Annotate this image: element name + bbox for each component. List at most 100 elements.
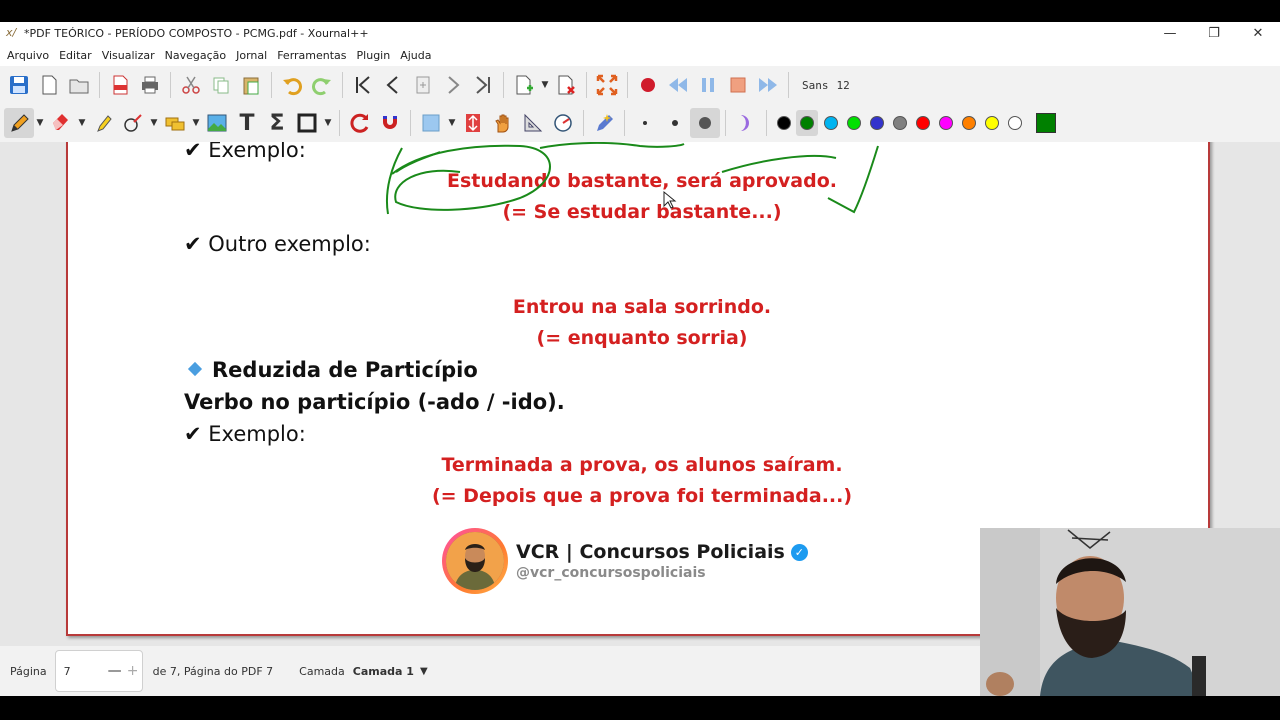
page-increment-button[interactable]: + <box>124 663 142 679</box>
toolbar-separator <box>410 110 411 136</box>
section-heading-text: Reduzida de Particípio <box>212 358 478 382</box>
rewind-icon[interactable] <box>663 70 693 100</box>
open-folder-icon[interactable] <box>64 70 94 100</box>
hand-tool-icon[interactable] <box>488 108 518 138</box>
window-title: *PDF TEÓRICO - PERÍODO COMPOSTO - PCMG.p… <box>24 26 369 40</box>
cut-icon[interactable] <box>176 70 206 100</box>
delete-page-icon[interactable] <box>551 70 581 100</box>
layer-dropdown-icon[interactable]: ▼ <box>420 666 428 677</box>
color-palette <box>772 110 1056 136</box>
color-swatch-2[interactable] <box>823 116 838 130</box>
paste-icon[interactable] <box>236 70 266 100</box>
undo-icon[interactable] <box>277 70 307 100</box>
fill-tool-icon[interactable] <box>416 108 446 138</box>
layer-selector[interactable]: Camada 1 <box>353 665 414 678</box>
fill-dropdown-icon[interactable]: ▼ <box>446 118 458 128</box>
shape-recognizer-icon[interactable] <box>118 108 148 138</box>
top-border <box>0 0 1280 22</box>
color-swatch-4[interactable] <box>869 116 884 130</box>
selected-color-swatch[interactable] <box>796 110 818 136</box>
pen-tool-icon[interactable] <box>4 108 34 138</box>
brand-signature: VCR | Concursos Policiais ✓ @vcr_concurso… <box>442 528 808 594</box>
page-decrement-button[interactable]: — <box>106 663 124 679</box>
menu-editar[interactable]: Editar <box>54 49 97 62</box>
menu-plugin[interactable]: Plugin <box>352 49 396 62</box>
font-size[interactable]: 12 <box>837 79 850 92</box>
previous-page-icon[interactable] <box>378 70 408 100</box>
vertical-space-icon[interactable] <box>458 108 488 138</box>
close-button[interactable]: ✕ <box>1236 22 1280 44</box>
color-swatch-3[interactable] <box>846 116 861 130</box>
default-tool-icon[interactable] <box>589 108 619 138</box>
highlighter-tool-icon[interactable] <box>88 108 118 138</box>
toolbar-separator <box>586 72 587 98</box>
first-page-icon[interactable] <box>348 70 378 100</box>
color-swatch-8[interactable] <box>961 116 976 130</box>
section-heading: Reduzida de Particípio <box>187 358 478 382</box>
rectangle-tool-icon[interactable] <box>292 108 322 138</box>
custom-color-button[interactable] <box>1036 113 1056 133</box>
menu-jornal[interactable]: Jornal <box>231 49 272 62</box>
fast-forward-icon[interactable] <box>753 70 783 100</box>
select-tool-icon[interactable] <box>160 108 190 138</box>
next-page-icon[interactable] <box>438 70 468 100</box>
insert-page-icon[interactable] <box>509 70 539 100</box>
menu-ajuda[interactable]: Ajuda <box>395 49 436 62</box>
setsquare-icon[interactable] <box>518 108 548 138</box>
last-page-icon[interactable] <box>468 70 498 100</box>
select-dropdown-icon[interactable]: ▼ <box>190 118 202 128</box>
save-icon[interactable] <box>4 70 34 100</box>
page-spinner[interactable]: 7 — + <box>54 650 143 692</box>
toolbar-separator <box>342 72 343 98</box>
pen-dropdown-icon[interactable]: ▼ <box>34 118 46 128</box>
menu-arquivo[interactable]: Arquivo <box>2 49 54 62</box>
page-number-input[interactable]: 7 <box>56 665 106 678</box>
red-example-3a: Terminada a prova, os alunos saíram. <box>441 454 843 476</box>
menu-visualizar[interactable]: Visualizar <box>97 49 160 62</box>
fullscreen-icon[interactable] <box>592 70 622 100</box>
new-document-icon[interactable] <box>34 70 64 100</box>
line-style-icon[interactable] <box>731 108 761 138</box>
main-toolbar: ▼ Sans 12 <box>0 66 1280 104</box>
minimize-button[interactable]: — <box>1148 22 1192 44</box>
thick-line-icon[interactable] <box>690 108 720 138</box>
goto-page-icon[interactable] <box>408 70 438 100</box>
color-swatch-1[interactable] <box>800 116 814 130</box>
color-swatch-6[interactable] <box>915 116 930 130</box>
stop-icon[interactable] <box>723 70 753 100</box>
color-swatch-5[interactable] <box>892 116 907 130</box>
toolbar-separator <box>503 72 504 98</box>
magnet-tool-icon[interactable] <box>375 108 405 138</box>
rectangle-dropdown-icon[interactable]: ▼ <box>322 118 334 128</box>
color-swatch-9[interactable] <box>984 116 999 130</box>
toolbar-separator <box>99 72 100 98</box>
rotate-tool-icon[interactable] <box>345 108 375 138</box>
brand-name-text: VCR | Concursos Policiais <box>516 541 785 563</box>
color-swatch-0[interactable] <box>776 116 791 130</box>
menu-ferramentas[interactable]: Ferramentas <box>272 49 351 62</box>
red-example-1a: Estudando bastante, será aprovado. <box>446 170 838 192</box>
medium-line-icon[interactable] <box>660 108 690 138</box>
color-swatch-7[interactable] <box>938 116 953 130</box>
redo-icon[interactable] <box>307 70 337 100</box>
toolbar-separator <box>624 110 625 136</box>
print-icon[interactable] <box>135 70 165 100</box>
menu-navegacao[interactable]: Navegação <box>160 49 232 62</box>
export-pdf-icon[interactable] <box>105 70 135 100</box>
pause-icon[interactable] <box>693 70 723 100</box>
restore-button[interactable]: ❐ <box>1192 22 1236 44</box>
compass-icon[interactable] <box>548 108 578 138</box>
text-tool-icon[interactable]: T <box>232 108 262 138</box>
latex-tool-icon[interactable]: Σ <box>262 108 292 138</box>
record-icon[interactable] <box>633 70 663 100</box>
font-name[interactable]: Sans <box>802 79 829 92</box>
eraser-dropdown-icon[interactable]: ▼ <box>76 118 88 128</box>
color-swatch-10[interactable] <box>1007 116 1022 130</box>
thin-line-icon[interactable] <box>630 108 660 138</box>
copy-icon[interactable] <box>206 70 236 100</box>
image-tool-icon[interactable] <box>202 108 232 138</box>
diamond-bullet-icon <box>187 361 203 377</box>
insert-page-dropdown-icon[interactable]: ▼ <box>539 80 551 90</box>
shape-dropdown-icon[interactable]: ▼ <box>148 118 160 128</box>
eraser-tool-icon[interactable] <box>46 108 76 138</box>
